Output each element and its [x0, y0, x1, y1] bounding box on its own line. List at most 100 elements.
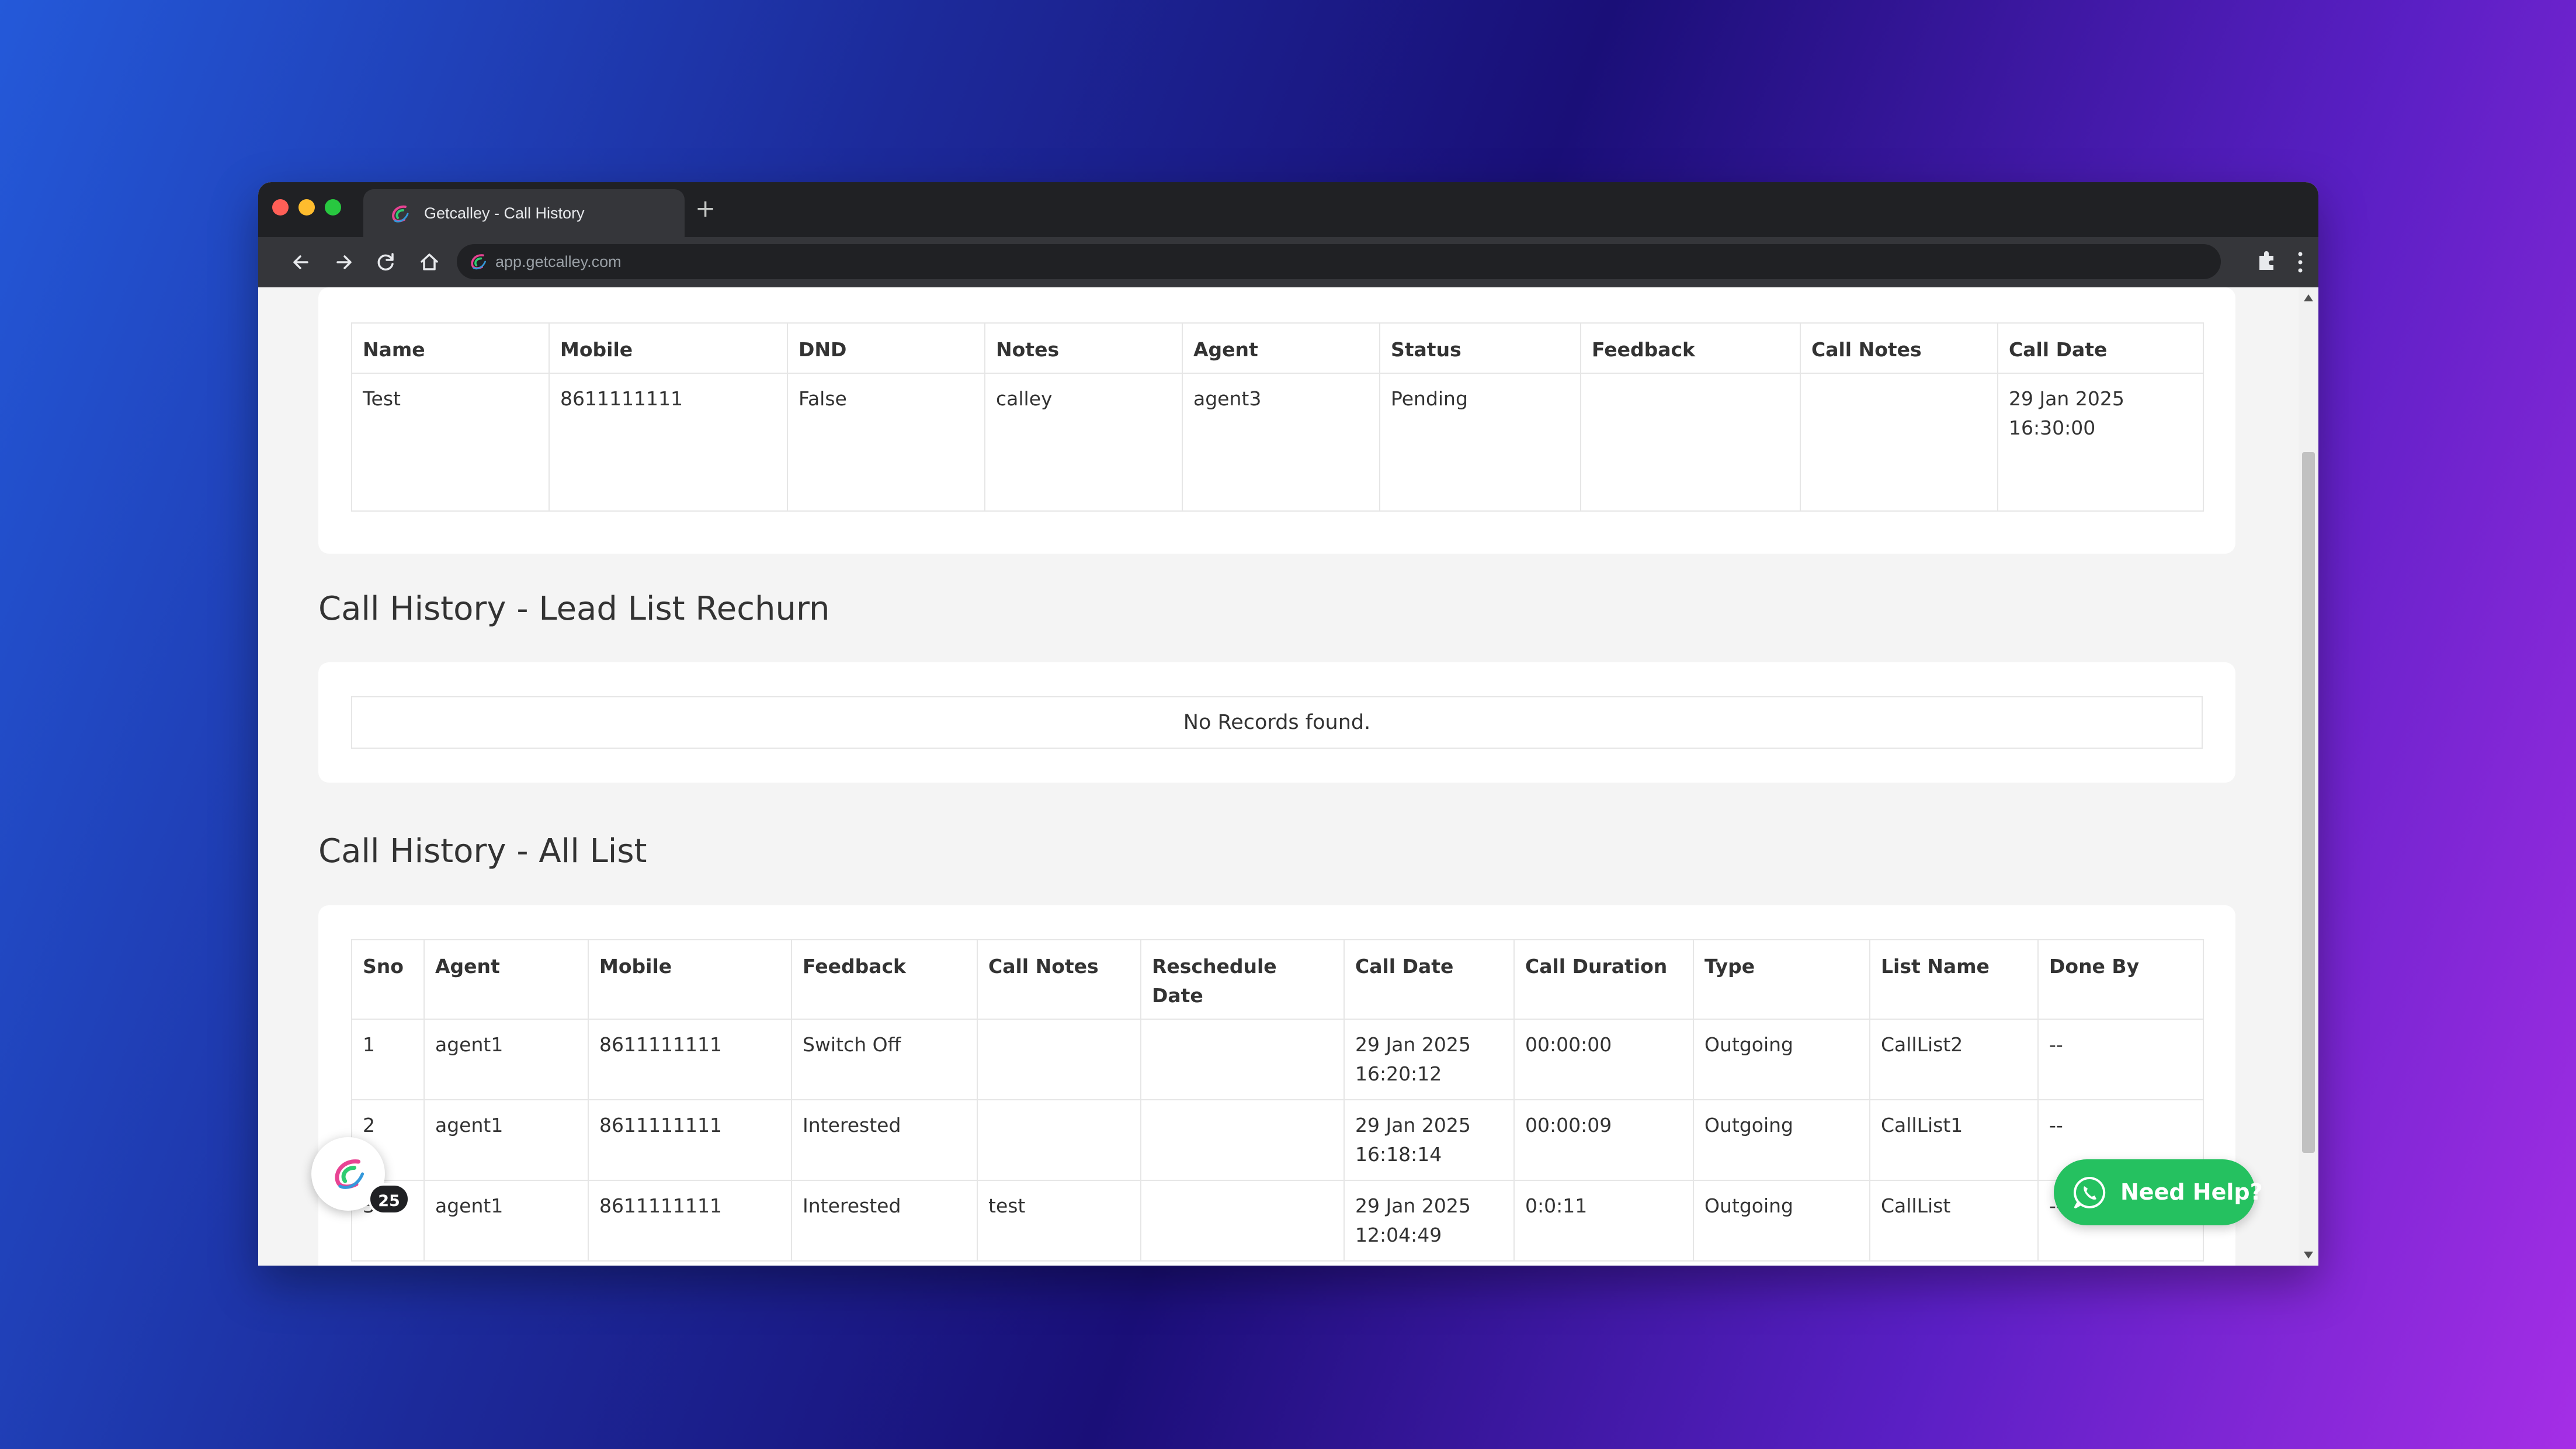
table-cell: Outgoing — [1693, 1019, 1870, 1100]
scrollbar-thumb[interactable] — [2302, 452, 2315, 1153]
table-cell: 29 Jan 2025 16:30:00 — [1997, 373, 2204, 512]
table-cell: 8611111111 — [548, 373, 788, 512]
table-cell: Switch Off — [791, 1019, 978, 1100]
table-cell: Outgoing — [1693, 1099, 1870, 1181]
extensions-icon[interactable] — [2255, 248, 2279, 272]
table-cell: Pending — [1379, 373, 1581, 512]
table-cell: -- — [2037, 1019, 2204, 1100]
column-header: Call Duration — [1513, 939, 1694, 1020]
page-viewport: Name Mobile DND Notes Agent Status Feedb… — [258, 287, 2318, 1266]
all-list-header-row: Sno Agent Mobile Feedback Call Notes Res… — [351, 939, 2204, 1020]
column-header: List Name — [1869, 939, 2039, 1020]
rechurn-card: No Records found. — [318, 662, 2235, 783]
table-cell: 8611111111 — [588, 1099, 792, 1181]
table-row: 2 agent1 8611111111 Interested 29 Jan 20… — [351, 1099, 2204, 1181]
new-tab-button[interactable]: + — [695, 194, 716, 223]
address-bar[interactable]: app.getcalley.com — [457, 244, 2221, 279]
table-cell: 29 Jan 2025 16:20:12 — [1343, 1019, 1515, 1100]
page-scrollbar[interactable] — [2299, 287, 2318, 1266]
column-header: Agent — [423, 939, 589, 1020]
column-header: Sno — [351, 939, 425, 1020]
reload-icon[interactable] — [372, 248, 401, 277]
column-header: Feedback — [791, 939, 978, 1020]
table-cell — [1140, 1099, 1345, 1181]
table-cell: CallList2 — [1869, 1019, 2039, 1100]
table-cell — [1800, 373, 1998, 512]
need-help-button[interactable]: Need Help? — [2054, 1159, 2263, 1225]
forward-arrow-icon[interactable] — [329, 248, 359, 277]
table-cell: 8611111111 — [588, 1180, 792, 1262]
all-list-table: Sno Agent Mobile Feedback Call Notes Res… — [351, 939, 2204, 1262]
all-list-card: Sno Agent Mobile Feedback Call Notes Res… — [318, 905, 2235, 1266]
browser-toolbar: app.getcalley.com — [258, 237, 2318, 287]
back-arrow-icon[interactable] — [286, 248, 315, 277]
column-header: Call Notes — [977, 939, 1141, 1020]
home-icon[interactable] — [415, 248, 444, 277]
column-header: Reschedule Date — [1140, 939, 1345, 1020]
table-cell: Test — [351, 373, 550, 512]
table-row: 1 agent1 8611111111 Switch Off 29 Jan 20… — [351, 1019, 2204, 1100]
table-cell: False — [787, 373, 985, 512]
maximize-window-button[interactable] — [325, 199, 341, 216]
section-title-all-list: Call History - All List — [318, 832, 647, 870]
scroll-up-arrow-icon[interactable] — [2304, 294, 2313, 301]
lead-details-table: Name Mobile DND Notes Agent Status Feedb… — [351, 322, 2204, 512]
table-cell — [1140, 1180, 1345, 1262]
lead-table-header-row: Name Mobile DND Notes Agent Status Feedb… — [351, 322, 2204, 374]
notification-count-badge: 25 — [368, 1183, 410, 1215]
table-cell: 29 Jan 2025 16:18:14 — [1343, 1099, 1515, 1181]
table-cell: 29 Jan 2025 12:04:49 — [1343, 1180, 1515, 1262]
table-row: Test 8611111111 False calley agent3 Pend… — [351, 373, 2204, 512]
column-header: Call Notes — [1800, 322, 1998, 374]
table-cell: test — [977, 1180, 1141, 1262]
section-title-rechurn: Call History - Lead List Rechurn — [318, 590, 830, 628]
table-cell: calley — [984, 373, 1183, 512]
table-cell: agent1 — [423, 1180, 589, 1262]
column-header: Feedback — [1580, 322, 1801, 374]
column-header: Done By — [2037, 939, 2204, 1020]
table-cell: 00:00:09 — [1513, 1099, 1694, 1181]
table-cell: CallList — [1869, 1180, 2039, 1262]
url-text: app.getcalley.com — [495, 253, 622, 270]
minimize-window-button[interactable] — [298, 199, 315, 216]
column-header: Mobile — [588, 939, 792, 1020]
table-cell: Interested — [791, 1099, 978, 1181]
lead-details-card: Name Mobile DND Notes Agent Status Feedb… — [318, 287, 2235, 554]
close-window-button[interactable] — [272, 199, 289, 216]
table-cell: agent1 — [423, 1019, 589, 1100]
table-cell: Outgoing — [1693, 1180, 1870, 1262]
table-cell — [1580, 373, 1801, 512]
tab-title: Getcalley - Call History — [424, 204, 585, 222]
table-cell: agent1 — [423, 1099, 589, 1181]
column-header: Call Date — [1343, 939, 1515, 1020]
table-cell: CallList1 — [1869, 1099, 2039, 1181]
table-cell: agent3 — [1182, 373, 1380, 512]
column-header: Call Date — [1997, 322, 2204, 374]
menu-icon[interactable] — [2296, 249, 2305, 276]
whatsapp-icon — [2074, 1176, 2106, 1208]
column-header: Status — [1379, 322, 1581, 374]
calley-logo-icon — [392, 205, 409, 223]
column-header: Mobile — [548, 322, 788, 374]
column-header: Agent — [1182, 322, 1380, 374]
table-cell — [977, 1099, 1141, 1181]
site-logo-icon — [471, 254, 486, 270]
title-bar: Getcalley - Call History + — [258, 182, 2318, 237]
table-cell — [1140, 1019, 1345, 1100]
table-cell: 0:0:11 — [1513, 1180, 1694, 1262]
calley-logo-icon — [335, 1159, 364, 1189]
no-records-message: No Records found. — [351, 696, 2203, 749]
column-header: Name — [351, 322, 550, 374]
column-header: Notes — [984, 322, 1183, 374]
table-cell: 00:00:00 — [1513, 1019, 1694, 1100]
tab-call-history[interactable]: Getcalley - Call History — [363, 189, 685, 237]
table-cell: Interested — [791, 1180, 978, 1262]
need-help-label: Need Help? — [2120, 1179, 2263, 1205]
table-cell: 1 — [351, 1019, 425, 1100]
column-header: Type — [1693, 939, 1870, 1020]
scroll-down-arrow-icon[interactable] — [2304, 1252, 2313, 1259]
browser-window: Getcalley - Call History + app.getcalley… — [258, 182, 2318, 1266]
table-row: 3 agent1 8611111111 Interested test 29 J… — [351, 1180, 2204, 1262]
table-cell: 8611111111 — [588, 1019, 792, 1100]
column-header: DND — [787, 322, 985, 374]
